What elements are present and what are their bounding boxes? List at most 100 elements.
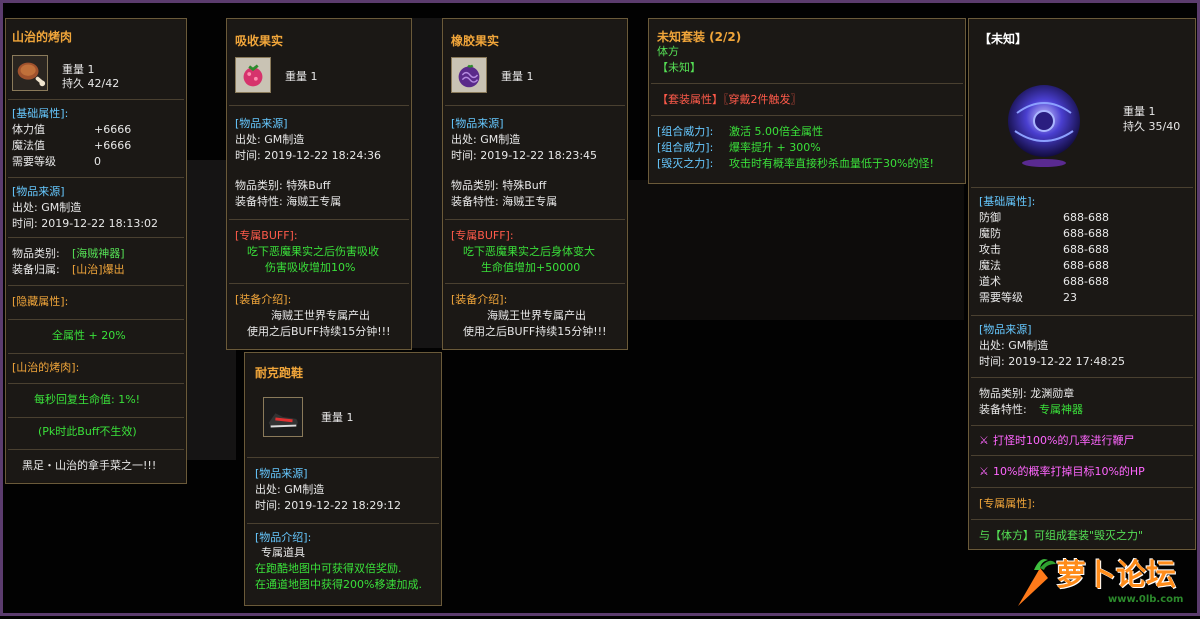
divider	[8, 285, 184, 286]
stat-label: 需要等级	[12, 155, 56, 168]
set-note: 与【体方】可组成套装"毁灭之力"	[979, 529, 1144, 542]
effect-text: 10%的概率打掉目标10%的HP	[993, 465, 1145, 478]
power-label: [组合威力]:	[657, 141, 714, 154]
intro-text: 海贼王世界专属产出	[271, 309, 370, 322]
divider	[229, 105, 409, 106]
feature-text: 装备特性: 海贼王专属	[451, 195, 558, 208]
stat-label: 道术	[979, 275, 1001, 288]
weight-label: 重量 1	[62, 63, 95, 76]
section-header: [物品来源]	[235, 117, 288, 130]
orb-icon	[999, 73, 1089, 173]
intro-text: 在通道地图中获得200%移速加成.	[255, 578, 422, 591]
section-header: [物品来源]	[451, 117, 504, 130]
buff-text: 吃下恶魔果实之后身体变大	[463, 245, 595, 258]
stat-label: 需要等级	[979, 291, 1023, 304]
section-header: [隐藏属性]:	[12, 295, 69, 308]
item-title: 橡胶果实	[451, 34, 500, 48]
item-tooltip-unknown: 【未知】 重量 1 持久 35/40 [基础属性]: 防御 688-688 魔防…	[968, 18, 1196, 550]
item-tooltip-meat: 山治的烤肉 重量 1 持久 42/42 [基础属性]: 体力值 +6666 魔法…	[5, 18, 187, 484]
divider	[8, 417, 184, 418]
stat-label: 体力值	[12, 123, 45, 136]
section-header: [物品来源]	[12, 185, 65, 198]
forum-watermark-logo: 萝卜论坛 www.0lb.com	[1010, 548, 1200, 616]
divider	[651, 83, 963, 84]
source-text: 出处: GM制造	[12, 201, 82, 214]
stat-value: 688-688	[1063, 243, 1109, 256]
section-header: [专属BUFF]:	[235, 229, 298, 242]
shoe-icon	[263, 397, 303, 437]
stat-label: 攻击	[979, 243, 1001, 256]
set-bonus-tooltip: 未知套装 (2/2) 体方 【未知】 【套装属性】〖穿戴2件触发〗 [组合威力]…	[648, 18, 966, 184]
section-header: [山治的烤肉]:	[12, 361, 80, 374]
owner-label: 装备归属:	[12, 263, 60, 276]
logo-url-text: www.0lb.com	[1108, 594, 1184, 605]
item-tooltip-shoes: 耐克跑鞋 重量 1 [物品来源] 出处: GM制造 时间: 2019-12-22…	[244, 352, 442, 606]
power-value: 激活 5.00倍全属性	[729, 125, 823, 138]
section-header: [物品来源]	[979, 323, 1032, 336]
stat-value: 688-688	[1063, 259, 1109, 272]
divider	[8, 237, 184, 238]
section-header: [物品来源]	[255, 467, 308, 480]
item-title: 山治的烤肉	[12, 30, 73, 44]
time-text: 时间: 2019-12-22 18:29:12	[255, 499, 402, 512]
divider	[8, 177, 184, 178]
section-header: [基础属性]:	[979, 195, 1036, 208]
divider	[971, 377, 1193, 378]
category-value: [海贼神器]	[72, 247, 125, 260]
effect-text: 打怪时100%的几率进行鞭尸	[993, 434, 1135, 447]
divider	[8, 383, 184, 384]
durability-label: 持久 35/40	[1123, 120, 1181, 133]
weight-label: 重量 1	[321, 411, 354, 424]
weight-label: 重量 1	[1123, 105, 1156, 118]
divider	[971, 315, 1193, 316]
item-title: 【未知】	[979, 32, 1028, 46]
effect-icon: ⚔	[979, 434, 989, 447]
intro-text: 在跑酷地图中可获得双倍奖励.	[255, 562, 402, 575]
stat-label: 魔法值	[12, 139, 45, 152]
feature-label: 装备特性:	[979, 403, 1027, 416]
power-label: [组合威力]:	[657, 125, 714, 138]
divider	[445, 105, 625, 106]
set-member: 【未知】	[657, 61, 701, 74]
source-text: 出处: GM制造	[235, 133, 305, 146]
item-description: 黑足・山治的拿手菜之一!!!	[22, 459, 157, 472]
section-header: [物品介绍]:	[255, 531, 312, 544]
stat-label: 防御	[979, 211, 1001, 224]
power-value: 攻击时有概率直接秒杀血量低于30%的怪!	[729, 157, 934, 170]
effect-icon: ⚔	[979, 465, 989, 478]
divider	[8, 449, 184, 450]
buff-text: 生命值增加+50000	[481, 261, 581, 274]
divider	[971, 425, 1193, 426]
divider	[971, 487, 1193, 488]
section-header: [专属属性]:	[979, 497, 1036, 510]
divider	[229, 219, 409, 220]
stat-label: 魔防	[979, 227, 1001, 240]
item-title: 吸收果实	[235, 34, 284, 48]
divider	[445, 283, 625, 284]
set-title: 未知套装 (2/2)	[657, 30, 742, 44]
divider	[971, 455, 1193, 456]
time-text: 时间: 2019-12-22 18:13:02	[12, 217, 159, 230]
divider	[8, 99, 184, 100]
intro-text: 专属道具	[261, 546, 305, 559]
divider	[247, 457, 439, 458]
meat-icon	[12, 55, 48, 91]
section-header: [专属BUFF]:	[451, 229, 514, 242]
item-tooltip-rubber-fruit: 橡胶果实 重量 1 [物品来源] 出处: GM制造 时间: 2019-12-22…	[442, 18, 628, 350]
source-text: 出处: GM制造	[451, 133, 521, 146]
section-header: [基础属性]:	[12, 107, 69, 120]
section-header: [装备介绍]:	[235, 293, 292, 306]
category-label: 物品类别:	[12, 247, 60, 260]
stat-value: 0	[94, 155, 101, 168]
time-text: 时间: 2019-12-22 17:48:25	[979, 355, 1126, 368]
power-value: 爆率提升 + 300%	[729, 141, 821, 154]
attr-text: 全属性 + 20%	[52, 329, 126, 342]
category-text: 物品类别: 特殊Buff	[451, 179, 547, 192]
weight-label: 重量 1	[285, 70, 318, 83]
category-text: 物品类别: 龙渊勋章	[979, 387, 1075, 400]
stat-value: 23	[1063, 291, 1077, 304]
fruit-icon	[451, 57, 487, 93]
item-title: 耐克跑鞋	[255, 366, 304, 380]
time-text: 时间: 2019-12-22 18:23:45	[451, 149, 598, 162]
logo-brand-text: 萝卜论坛	[1056, 558, 1176, 593]
